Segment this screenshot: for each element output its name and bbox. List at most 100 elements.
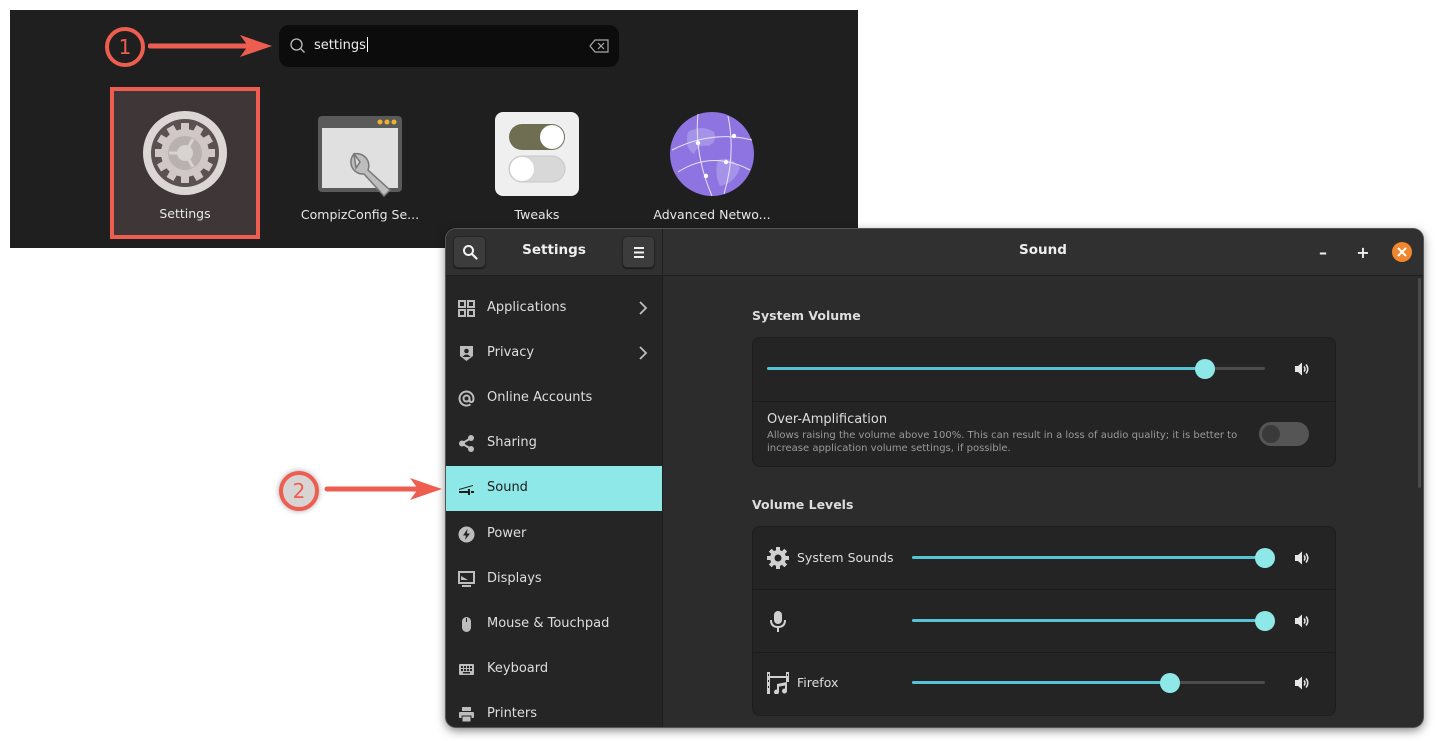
- slider-fill: [912, 556, 1265, 559]
- speaker-icon[interactable]: [1294, 551, 1310, 565]
- sidebar-item-label: Online Accounts: [487, 390, 593, 405]
- settings-gear-icon: [143, 111, 227, 195]
- maximize-icon: +: [1356, 243, 1370, 262]
- speaker-icon[interactable]: [1294, 362, 1310, 376]
- close-icon: [1397, 247, 1407, 257]
- chevron-right-icon: [639, 301, 648, 315]
- section-title-system-volume: System Volume: [752, 308, 861, 323]
- tweaks-toggles-icon: [495, 112, 579, 196]
- grid-icon: [458, 300, 475, 317]
- search-text: settings: [314, 37, 368, 53]
- sound-page: System Volume Over-Amplification Allows …: [663, 276, 1423, 727]
- sidebar-item-sound[interactable]: Sound: [446, 466, 662, 511]
- at-sign-icon: [458, 390, 475, 407]
- sidebar-item-label: Printers: [487, 706, 538, 721]
- step-number: 2: [292, 479, 306, 503]
- share-icon: [459, 435, 474, 452]
- slider-thumb[interactable]: [1255, 548, 1275, 568]
- multimedia-icon: [767, 672, 789, 694]
- power-bolt-icon: [458, 526, 475, 543]
- app-tile-compizconfig[interactable]: CompizConfig Se...: [285, 88, 435, 238]
- step-number: 1: [118, 35, 132, 59]
- minimize-icon: –: [1319, 243, 1327, 262]
- sidebar-item-label: Sound: [487, 480, 528, 495]
- sidebar-item-label: Keyboard: [487, 661, 549, 676]
- sidebar-item-power[interactable]: Power: [446, 512, 662, 557]
- search-icon: [290, 38, 305, 53]
- stream-row: System Sounds: [753, 527, 1335, 589]
- volume-levels-card: System Sounds Firefox: [752, 526, 1336, 716]
- settings-sidebar: Applications Privacy Online Accounts Sha…: [446, 276, 663, 727]
- app-tile-settings[interactable]: Settings: [110, 87, 260, 239]
- close-button[interactable]: [1392, 242, 1412, 262]
- step-2-arrow: [324, 478, 442, 500]
- over-amplification-title: Over-Amplification: [767, 412, 888, 427]
- minimize-button[interactable]: –: [1313, 243, 1333, 263]
- sidebar-item-label: Displays: [487, 571, 542, 586]
- compizconfig-wrench-icon: [318, 116, 402, 198]
- stream-label: Firefox: [797, 675, 839, 690]
- app-tile-advanced-network[interactable]: Advanced Netwo...: [637, 88, 787, 238]
- settings-window: Settings Sound – + Applications Privacy …: [446, 229, 1423, 727]
- app-label: CompizConfig Se...: [300, 207, 420, 222]
- sidebar-item-label: Privacy: [487, 345, 535, 360]
- mouse-icon: [462, 617, 471, 632]
- stream-row: Firefox: [753, 652, 1335, 715]
- app-tile-tweaks[interactable]: Tweaks: [462, 88, 612, 238]
- clear-search-icon[interactable]: [589, 39, 609, 53]
- sidebar-item-label: Sharing: [487, 435, 537, 450]
- app-label: Tweaks: [514, 207, 560, 222]
- main-menu-button[interactable]: [622, 236, 655, 268]
- over-amplification-row: Over-Amplification Allows raising the vo…: [753, 401, 1335, 466]
- slider-thumb[interactable]: [1255, 611, 1275, 631]
- sidebar-item-applications[interactable]: Applications: [446, 286, 662, 331]
- privacy-shield-icon: [460, 346, 473, 361]
- chevron-right-icon: [639, 346, 648, 360]
- system-volume-row: [753, 338, 1335, 401]
- scrollbar[interactable]: [1418, 278, 1421, 488]
- maximize-button[interactable]: +: [1353, 243, 1373, 263]
- sidebar-item-mouse-touchpad[interactable]: Mouse & Touchpad: [446, 602, 662, 647]
- slider-fill: [767, 367, 1206, 370]
- slider-thumb[interactable]: [1195, 359, 1216, 379]
- sidebar-item-privacy[interactable]: Privacy: [446, 331, 662, 376]
- sidebar-item-keyboard[interactable]: Keyboard: [446, 647, 662, 692]
- page-title: Sound: [1019, 242, 1067, 258]
- network-globe-icon: [670, 112, 754, 197]
- gear-icon: [767, 547, 789, 569]
- microphone-icon: [770, 611, 786, 632]
- sidebar-item-displays[interactable]: Displays: [446, 557, 662, 602]
- slider-fill: [912, 681, 1170, 684]
- system-sounds-volume-slider[interactable]: [912, 548, 1275, 568]
- stream-label: System Sounds: [797, 550, 894, 565]
- toggle-knob: [1262, 425, 1280, 443]
- keyboard-icon: [459, 664, 474, 675]
- system-volume-slider[interactable]: [767, 359, 1265, 379]
- firefox-volume-slider[interactable]: [912, 673, 1265, 693]
- app-label: Settings: [159, 206, 211, 221]
- app-label: Advanced Netwo...: [653, 207, 771, 222]
- sidebar-item-label: Applications: [487, 300, 567, 315]
- sound-sliders-icon: [459, 485, 474, 495]
- display-icon: [458, 571, 475, 587]
- content-headerbar: Sound – +: [663, 229, 1423, 276]
- step-1-arrow: [148, 35, 272, 57]
- speaker-icon[interactable]: [1294, 614, 1310, 628]
- hamburger-menu-icon: [634, 247, 644, 258]
- slider-thumb[interactable]: [1159, 673, 1180, 693]
- printer-icon: [459, 707, 474, 723]
- app-search-input[interactable]: settings: [279, 25, 619, 67]
- sidebar-item-printers[interactable]: Printers: [446, 692, 662, 727]
- stream-row: [753, 589, 1335, 653]
- section-title-volume-levels: Volume Levels: [752, 497, 854, 512]
- microphone-volume-slider[interactable]: [912, 611, 1275, 631]
- text-caret: [366, 37, 368, 52]
- sidebar-item-sharing[interactable]: Sharing: [446, 421, 662, 466]
- system-volume-card: Over-Amplification Allows raising the vo…: [752, 337, 1336, 467]
- over-amplification-description: Allows raising the volume above 100%. Th…: [767, 430, 1238, 454]
- over-amplification-toggle[interactable]: [1259, 422, 1309, 446]
- slider-fill: [912, 619, 1265, 622]
- sidebar-item-online-accounts[interactable]: Online Accounts: [446, 376, 662, 421]
- speaker-icon[interactable]: [1294, 676, 1310, 690]
- sidebar-headerbar: Settings: [446, 229, 663, 276]
